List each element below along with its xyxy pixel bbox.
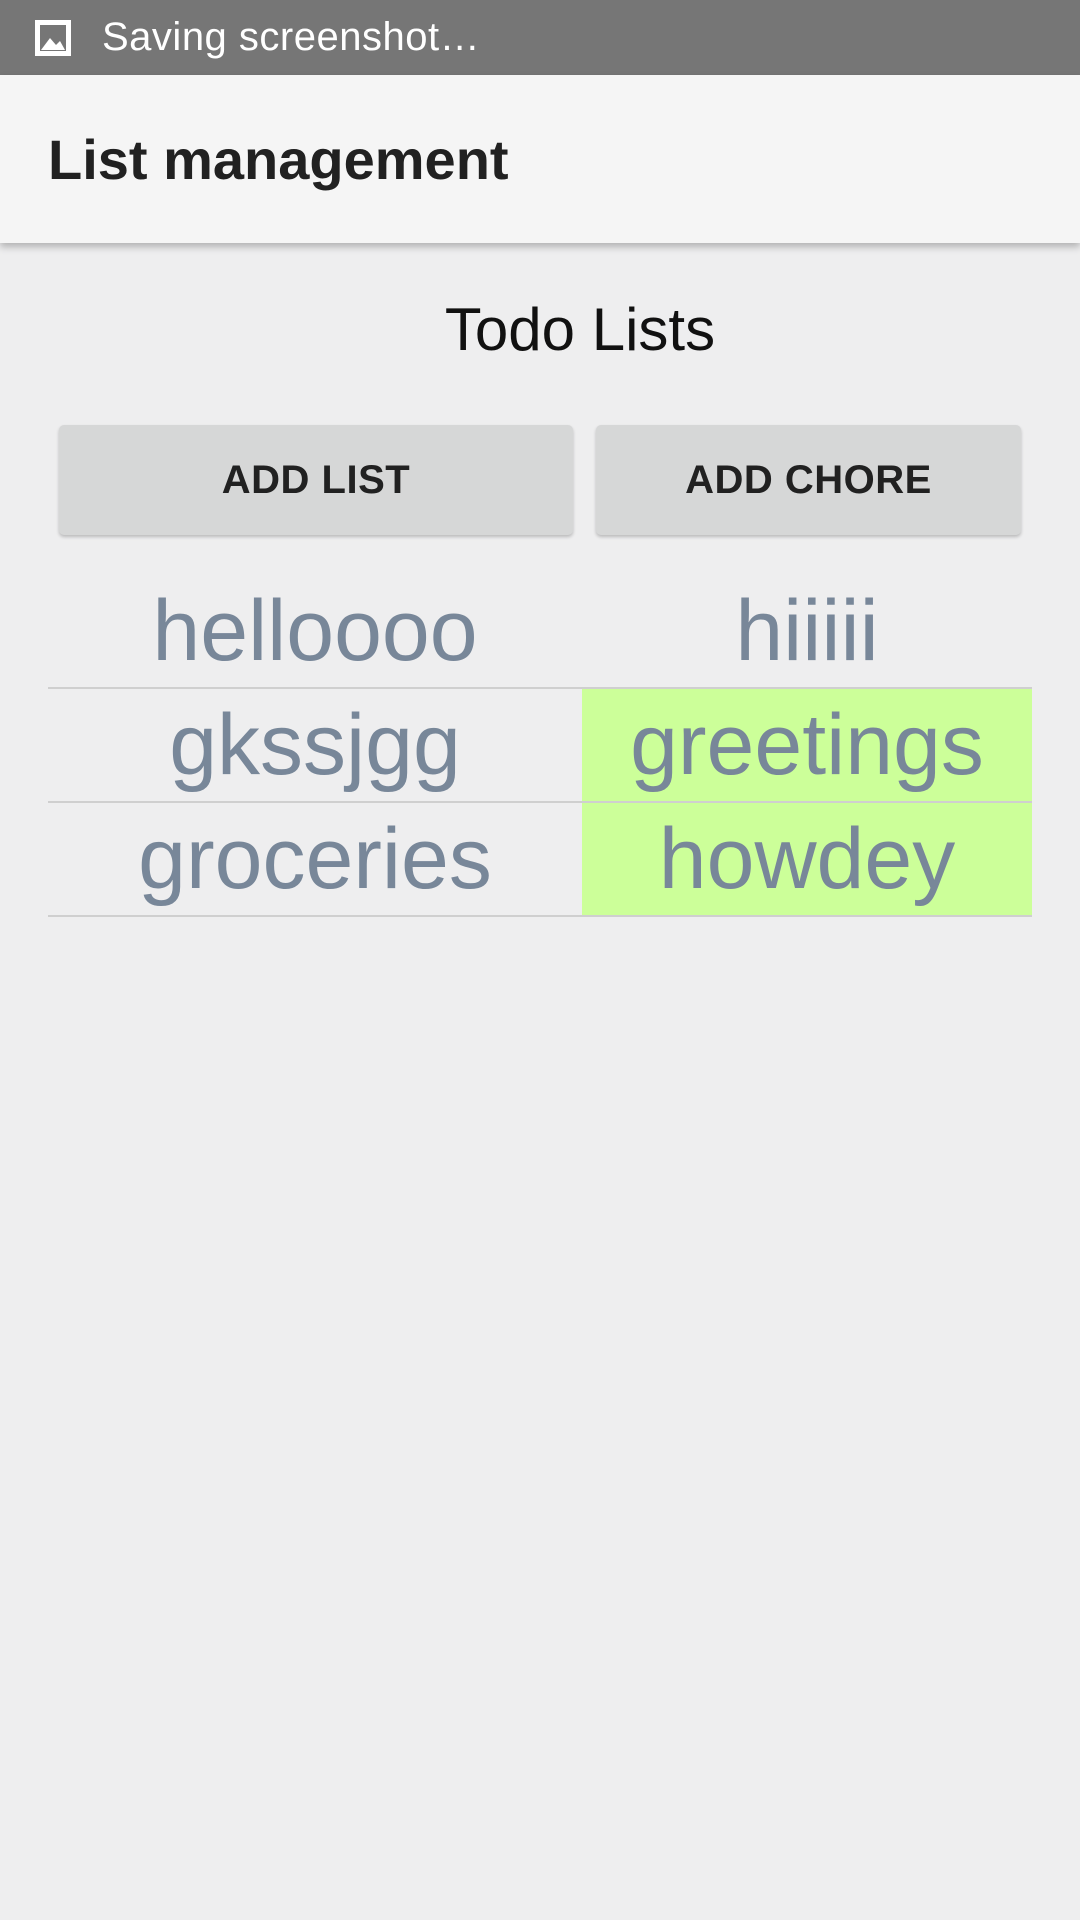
add-chore-button[interactable]: ADD CHORE bbox=[596, 425, 1021, 535]
app-bar: List management bbox=[0, 75, 1080, 243]
image-icon bbox=[32, 17, 74, 59]
chore-item-highlighted[interactable]: howdey bbox=[582, 803, 1032, 915]
list-row: groceries howdey bbox=[48, 803, 1032, 917]
status-bar: Saving screenshot… bbox=[0, 0, 1080, 75]
list-item[interactable]: gkssjgg bbox=[48, 689, 582, 801]
list-row: helloooo hiiiii bbox=[48, 575, 1032, 689]
page-title: List management bbox=[48, 127, 509, 191]
section-title: Todo Lists bbox=[444, 296, 716, 363]
chore-item[interactable]: hiiiii bbox=[582, 575, 1032, 687]
list-item[interactable]: groceries bbox=[48, 803, 582, 915]
add-list-button[interactable]: ADD LIST bbox=[59, 425, 573, 535]
list-item[interactable]: helloooo bbox=[48, 575, 582, 687]
todo-lists-grid: helloooo hiiiii gkssjgg greetings grocer… bbox=[48, 575, 1032, 917]
list-row: gkssjgg greetings bbox=[48, 689, 1032, 803]
status-notification-text: Saving screenshot… bbox=[102, 15, 481, 59]
chore-item-highlighted[interactable]: greetings bbox=[582, 689, 1032, 801]
